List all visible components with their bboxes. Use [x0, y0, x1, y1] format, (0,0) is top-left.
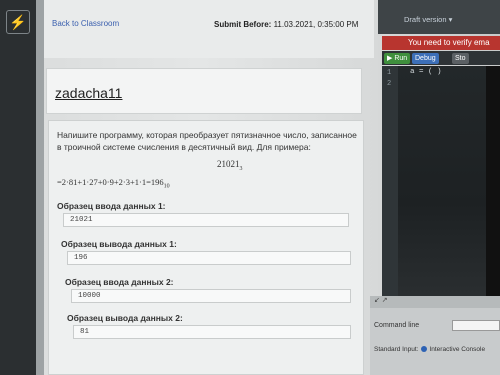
- example-number: 210213: [217, 159, 243, 172]
- submit-deadline: Submit Before: 11.03.2021, 0:35:00 PM: [214, 18, 374, 31]
- line-number: 2: [387, 80, 392, 88]
- sample-input-1: 21021: [63, 213, 349, 227]
- task-title[interactable]: zadacha11: [55, 85, 122, 101]
- radio-icon[interactable]: [421, 346, 428, 352]
- standard-input-label: Standard Input:: [374, 346, 419, 353]
- expand-collapse-icon[interactable]: ↙ ↗: [374, 296, 388, 304]
- verify-email-notice: You need to verify ema: [382, 36, 500, 50]
- formula-text: =2·81+1·27+0·9+2·3+1·1=196: [57, 177, 164, 187]
- title-card: zadacha11: [46, 68, 362, 114]
- example-number-base: 3: [239, 165, 243, 172]
- code-line: a = ( ): [410, 68, 442, 76]
- assignment-header: Back to Classroom Submit Before: 11.03.2…: [44, 0, 374, 58]
- sample-output-2-label: Образец вывода данных 2:: [67, 313, 183, 323]
- left-rail: ⚡: [0, 0, 36, 375]
- sample-input-2-label: Образец ввода данных 2:: [65, 277, 174, 287]
- draft-header: Draft version ▾: [378, 0, 500, 34]
- sample-input-1-label: Образец ввода данных 1:: [57, 201, 166, 211]
- sample-output-1: 196: [67, 251, 351, 265]
- draft-version-dropdown[interactable]: Draft version ▾: [404, 15, 452, 24]
- command-line-label: Command line: [374, 322, 420, 329]
- screen: ⚡ Back to Classroom Submit Before: 11.03…: [0, 0, 500, 375]
- rail-divider: [36, 0, 44, 375]
- task-description: Напишите программу, которая преобразует …: [57, 130, 357, 152]
- run-button[interactable]: ▶ Run: [384, 53, 411, 64]
- formula-base: 10: [163, 183, 170, 190]
- lightning-icon[interactable]: ⚡: [6, 10, 30, 34]
- console-panel: ↙ ↗ Command line Standard Input: Interact…: [370, 296, 500, 375]
- task-card: Напишите программу, которая преобразует …: [48, 120, 364, 375]
- debug-button[interactable]: Debug: [412, 53, 439, 64]
- submit-label: Submit Before:: [214, 20, 272, 29]
- console-bar: ↙ ↗: [370, 296, 500, 308]
- stop-button[interactable]: Sto: [452, 53, 469, 64]
- submit-value: 11.03.2021, 0:35:00 PM: [271, 20, 359, 29]
- sample-input-2: 10000: [71, 289, 351, 303]
- example-number-value: 21021: [217, 159, 240, 169]
- back-to-classroom-link[interactable]: Back to Classroom: [52, 19, 119, 28]
- interactive-console-option[interactable]: Interactive Console: [429, 346, 485, 353]
- line-number: 1: [387, 69, 392, 77]
- sample-output-1-label: Образец вывода данных 1:: [61, 239, 177, 249]
- editor-toolbar: ▶ Run Debug Sto: [382, 51, 500, 65]
- standard-input: Standard Input: Interactive Console: [374, 346, 485, 353]
- sample-output-2: 81: [73, 325, 351, 339]
- example-formula: =2·81+1·27+0·9+2·3+1·1=19610: [57, 177, 170, 190]
- command-line-input[interactable]: [452, 320, 500, 331]
- line-gutter: 1 2: [382, 66, 398, 296]
- code-editor[interactable]: 1 2 a = ( ): [382, 66, 500, 296]
- screen-edge: [486, 66, 500, 296]
